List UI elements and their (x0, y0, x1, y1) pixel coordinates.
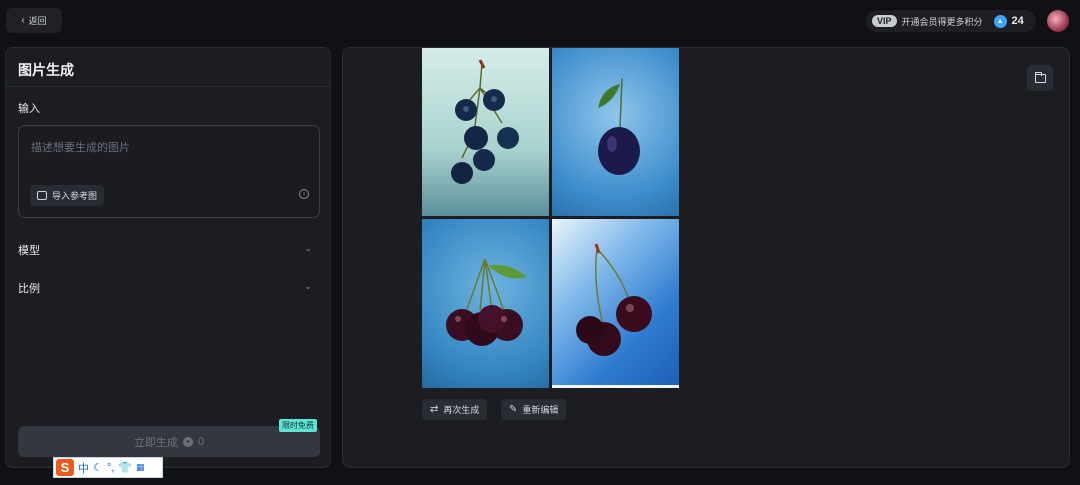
regenerate-label: 再次生成 (443, 405, 480, 415)
coin-icon: ✦ (182, 436, 193, 447)
generated-image-1[interactable] (422, 48, 549, 216)
prompt-placeholder: 描述想要生成的图片 (31, 142, 130, 154)
moon-icon[interactable]: ☾ (93, 461, 103, 474)
back-button[interactable]: ‹ 返回 (6, 8, 62, 33)
regenerate-button[interactable]: ⇄ 再次生成 (422, 399, 488, 420)
chevron-left-icon: ‹ (21, 14, 25, 26)
generated-image-2[interactable] (552, 48, 679, 216)
info-icon[interactable]: i (299, 189, 309, 199)
ratio-chevron-down-icon[interactable]: ⌄ (304, 281, 312, 292)
generate-button[interactable]: 立即生成 ✦ 0 (18, 426, 320, 457)
generation-panel: 图片生成 输入 描述想要生成的图片 导入参考图 i 模型 ⌄ 比例 ⌄ 立即生成… (5, 47, 331, 468)
ratio-label: 比例 (18, 283, 40, 295)
generated-image-4[interactable] (552, 219, 679, 388)
top-bar: ‹ 返回 VIP 开通会员得更多积分 ▲ 24 (0, 0, 1080, 42)
result-panel: ⇄ 再次生成 ✎ 重新编辑 (342, 47, 1070, 468)
prompt-input[interactable]: 描述想要生成的图片 导入参考图 i (18, 125, 320, 218)
folder-button[interactable] (1027, 65, 1053, 91)
free-badge: 限时免费 (279, 419, 317, 432)
vip-promo-text: 开通会员得更多积分 (901, 16, 983, 27)
reedit-label: 重新编辑 (522, 405, 559, 415)
reedit-button[interactable]: ✎ 重新编辑 (501, 399, 567, 420)
back-label: 返回 (28, 16, 47, 26)
generated-image-3[interactable] (422, 219, 549, 388)
vip-badge: VIP (872, 15, 897, 27)
punctuation-icon[interactable]: °, (107, 462, 114, 474)
refresh-icon: ⇄ (430, 403, 439, 415)
ime-mode[interactable]: 中 (78, 460, 89, 476)
shirt-icon[interactable]: 👕 (118, 461, 132, 474)
image-grid (422, 48, 680, 388)
ime-toolbar[interactable]: S 中 ☾ °, 👕 ▦ (53, 457, 163, 478)
generate-label: 立即生成 (133, 436, 178, 449)
avatar[interactable] (1047, 10, 1069, 32)
model-label: 模型 (18, 245, 40, 257)
model-chevron-down-icon[interactable]: ⌄ (304, 243, 312, 254)
input-label: 输入 (18, 103, 40, 115)
pencil-icon: ✎ (509, 403, 518, 415)
import-reference-label: 导入参考图 (52, 191, 98, 201)
generate-cost: 0 (197, 435, 205, 448)
vip-promo-pill[interactable]: VIP 开通会员得更多积分 ▲ 24 (866, 10, 1036, 32)
panel-title: 图片生成 (18, 62, 74, 78)
import-reference-button[interactable]: 导入参考图 (30, 185, 105, 206)
divider (6, 86, 330, 87)
sogou-logo-icon[interactable]: S (56, 459, 74, 476)
folder-icon (1034, 71, 1046, 83)
grid-icon[interactable]: ▦ (136, 462, 145, 473)
image-icon (37, 191, 47, 200)
credit-icon: ▲ (993, 14, 1007, 28)
credit-count: 24 (1011, 15, 1024, 27)
